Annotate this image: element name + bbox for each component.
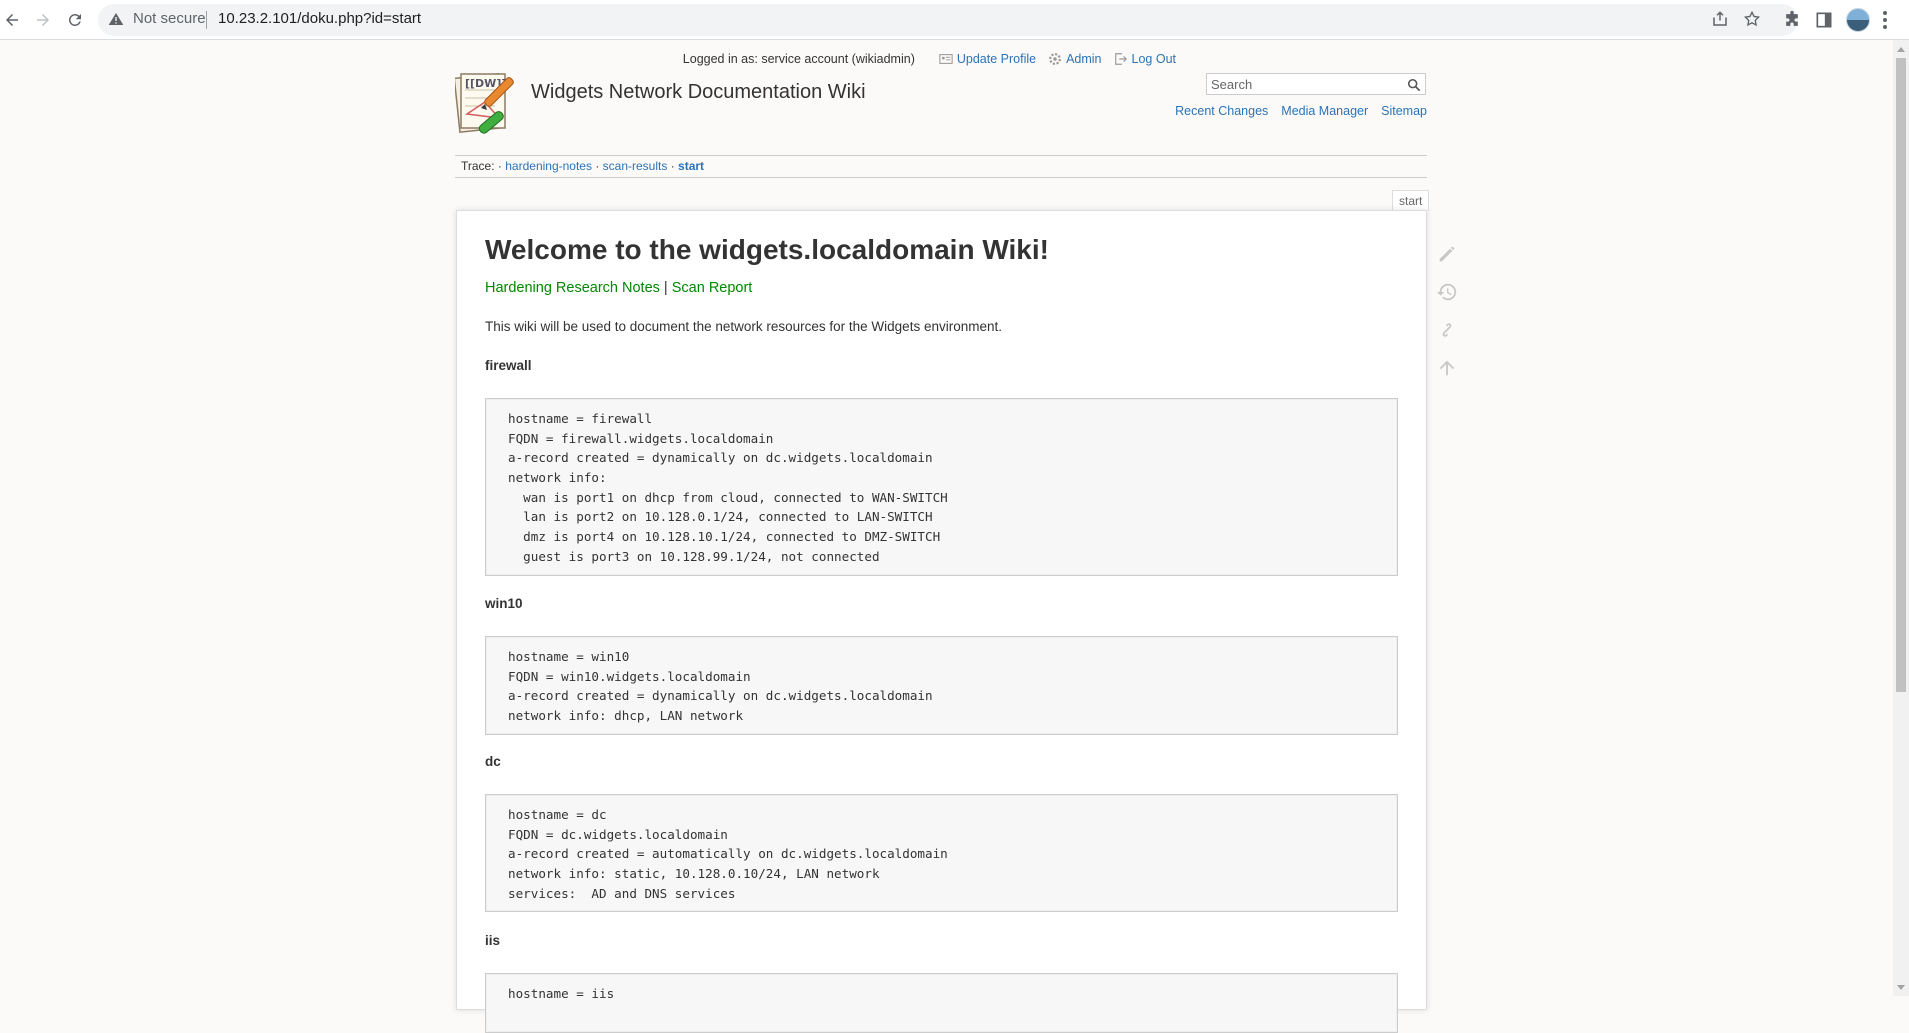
url-text[interactable]: 10.23.2.101/doku.php?id=start xyxy=(218,10,421,27)
page-id-tab: start xyxy=(1392,190,1430,211)
breadcrumb-scan-results[interactable]: scan-results xyxy=(603,159,668,173)
back-to-top-arrow-icon[interactable] xyxy=(1436,357,1458,379)
user-tools: Logged in as: service account (wikiadmin… xyxy=(683,50,1176,68)
code-line: a-record created = dynamically on dc.wid… xyxy=(508,688,933,704)
site-tools: Recent Changes Media Manager Sitemap xyxy=(1162,104,1427,118)
scroll-down-arrow[interactable] xyxy=(1897,985,1905,990)
section-heading-dc: dc xyxy=(485,754,501,769)
code-line: guest is port3 on 10.128.99.1/24, not co… xyxy=(508,548,880,564)
code-line: lan is port2 on 10.128.0.1/24, connected… xyxy=(508,509,933,525)
top-links: Hardening Research Notes | Scan Report xyxy=(485,280,752,296)
code-block-firewall: hostname = firewall FQDN = firewall.widg… xyxy=(485,398,1398,576)
code-line: a-record created = automatically on dc.w… xyxy=(508,846,948,862)
scroll-up-arrow[interactable] xyxy=(1897,47,1905,52)
breadcrumb-hardening-notes[interactable]: hardening-notes xyxy=(505,159,592,173)
gear-icon xyxy=(1049,53,1061,65)
old-revisions-history-icon[interactable] xyxy=(1436,281,1458,303)
address-divider xyxy=(206,11,207,29)
code-line: dmz is port4 on 10.128.10.1/24, connecte… xyxy=(508,529,941,545)
back-icon[interactable] xyxy=(0,8,24,32)
media-manager-link[interactable]: Media Manager xyxy=(1281,104,1368,118)
backlinks-link-icon[interactable] xyxy=(1436,319,1458,341)
edit-page-pencil-icon[interactable] xyxy=(1436,243,1458,265)
header-divider xyxy=(455,155,1427,156)
code-line: FQDN = firewall.widgets.localdomain xyxy=(508,430,774,446)
page-title: Welcome to the widgets.localdomain Wiki! xyxy=(485,234,1049,265)
scrollbar-thumb[interactable] xyxy=(1896,58,1906,692)
section-heading-win10: win10 xyxy=(485,596,523,611)
breadcrumb-label: Trace: xyxy=(461,159,495,173)
breadcrumb-start[interactable]: start xyxy=(678,159,704,173)
logout-icon xyxy=(1114,53,1127,65)
sitemap-link[interactable]: Sitemap xyxy=(1381,104,1427,118)
scan-report-link[interactable]: Scan Report xyxy=(672,280,753,296)
code-line: hostname = firewall xyxy=(508,411,653,426)
reload-icon[interactable] xyxy=(63,8,87,32)
code-line: network info: dhcp, LAN network xyxy=(508,708,744,724)
bookmark-star-icon[interactable] xyxy=(1743,10,1761,28)
browser-menu-icon[interactable] xyxy=(1882,9,1888,31)
code-line: network info: static, 10.128.0.10/24, LA… xyxy=(508,866,880,882)
warning-icon[interactable] xyxy=(108,11,124,27)
logout-label: Log Out xyxy=(1131,52,1176,66)
intro-paragraph: This wiki will be used to document the n… xyxy=(485,319,1002,334)
profile-avatar[interactable] xyxy=(1846,8,1870,32)
breadcrumb-separator: · xyxy=(497,159,502,173)
recent-changes-link[interactable]: Recent Changes xyxy=(1175,104,1268,118)
search-field[interactable] xyxy=(1206,73,1426,95)
hardening-research-notes-link[interactable]: Hardening Research Notes xyxy=(485,280,660,296)
code-line: services: AD and DNS services xyxy=(508,885,736,901)
search-icon[interactable] xyxy=(1407,77,1421,92)
section-heading-firewall: firewall xyxy=(485,358,532,373)
forward-icon[interactable] xyxy=(31,8,55,32)
admin-link[interactable]: Admin xyxy=(1048,52,1102,66)
code-line: FQDN = win10.widgets.localdomain xyxy=(508,668,751,684)
update-profile-link[interactable]: Update Profile xyxy=(939,52,1036,66)
logout-link[interactable]: Log Out xyxy=(1114,52,1176,66)
update-profile-label: Update Profile xyxy=(956,52,1037,66)
section-heading-iis: iis xyxy=(485,933,501,948)
code-line: hostname = iis xyxy=(508,986,615,1001)
extensions-icon[interactable] xyxy=(1782,10,1802,30)
code-line: network info: xyxy=(508,470,607,486)
code-line: a-record created = dynamically on dc.wid… xyxy=(508,450,933,466)
side-panel-icon[interactable] xyxy=(1814,10,1834,30)
share-icon[interactable] xyxy=(1711,10,1729,28)
profile-card-icon xyxy=(939,54,953,64)
security-label[interactable]: Not secure xyxy=(133,10,206,27)
browser-toolbar: Not secure 10.23.2.101/doku.php?id=start xyxy=(0,0,1909,40)
logged-in-text: Logged in as: service account (wikiadmin… xyxy=(682,52,915,66)
site-title[interactable]: Widgets Network Documentation Wiki xyxy=(531,81,866,104)
search-input[interactable] xyxy=(1207,74,1405,94)
code-block-iis: hostname = iis xyxy=(485,973,1398,1033)
code-line: wan is port1 on dhcp from cloud, connect… xyxy=(508,489,948,505)
code-line: FQDN = dc.widgets.localdomain xyxy=(508,826,728,842)
code-block-dc: hostname = dc FQDN = dc.widgets.localdom… xyxy=(485,794,1398,912)
dokuwiki-logo[interactable]: [[DW]] xyxy=(453,68,523,136)
top-links-separator: | xyxy=(659,280,672,296)
breadcrumb: Trace: · hardening-notes · scan-results … xyxy=(461,159,704,173)
code-line: hostname = win10 xyxy=(508,649,630,664)
code-block-win10: hostname = win10 FQDN = win10.widgets.lo… xyxy=(485,636,1398,735)
breadcrumb-separator: · xyxy=(670,159,675,173)
code-line: hostname = dc xyxy=(508,807,607,822)
breadcrumb-separator: · xyxy=(595,159,600,173)
breadcrumb-divider xyxy=(455,177,1427,178)
admin-label: Admin xyxy=(1066,52,1102,66)
